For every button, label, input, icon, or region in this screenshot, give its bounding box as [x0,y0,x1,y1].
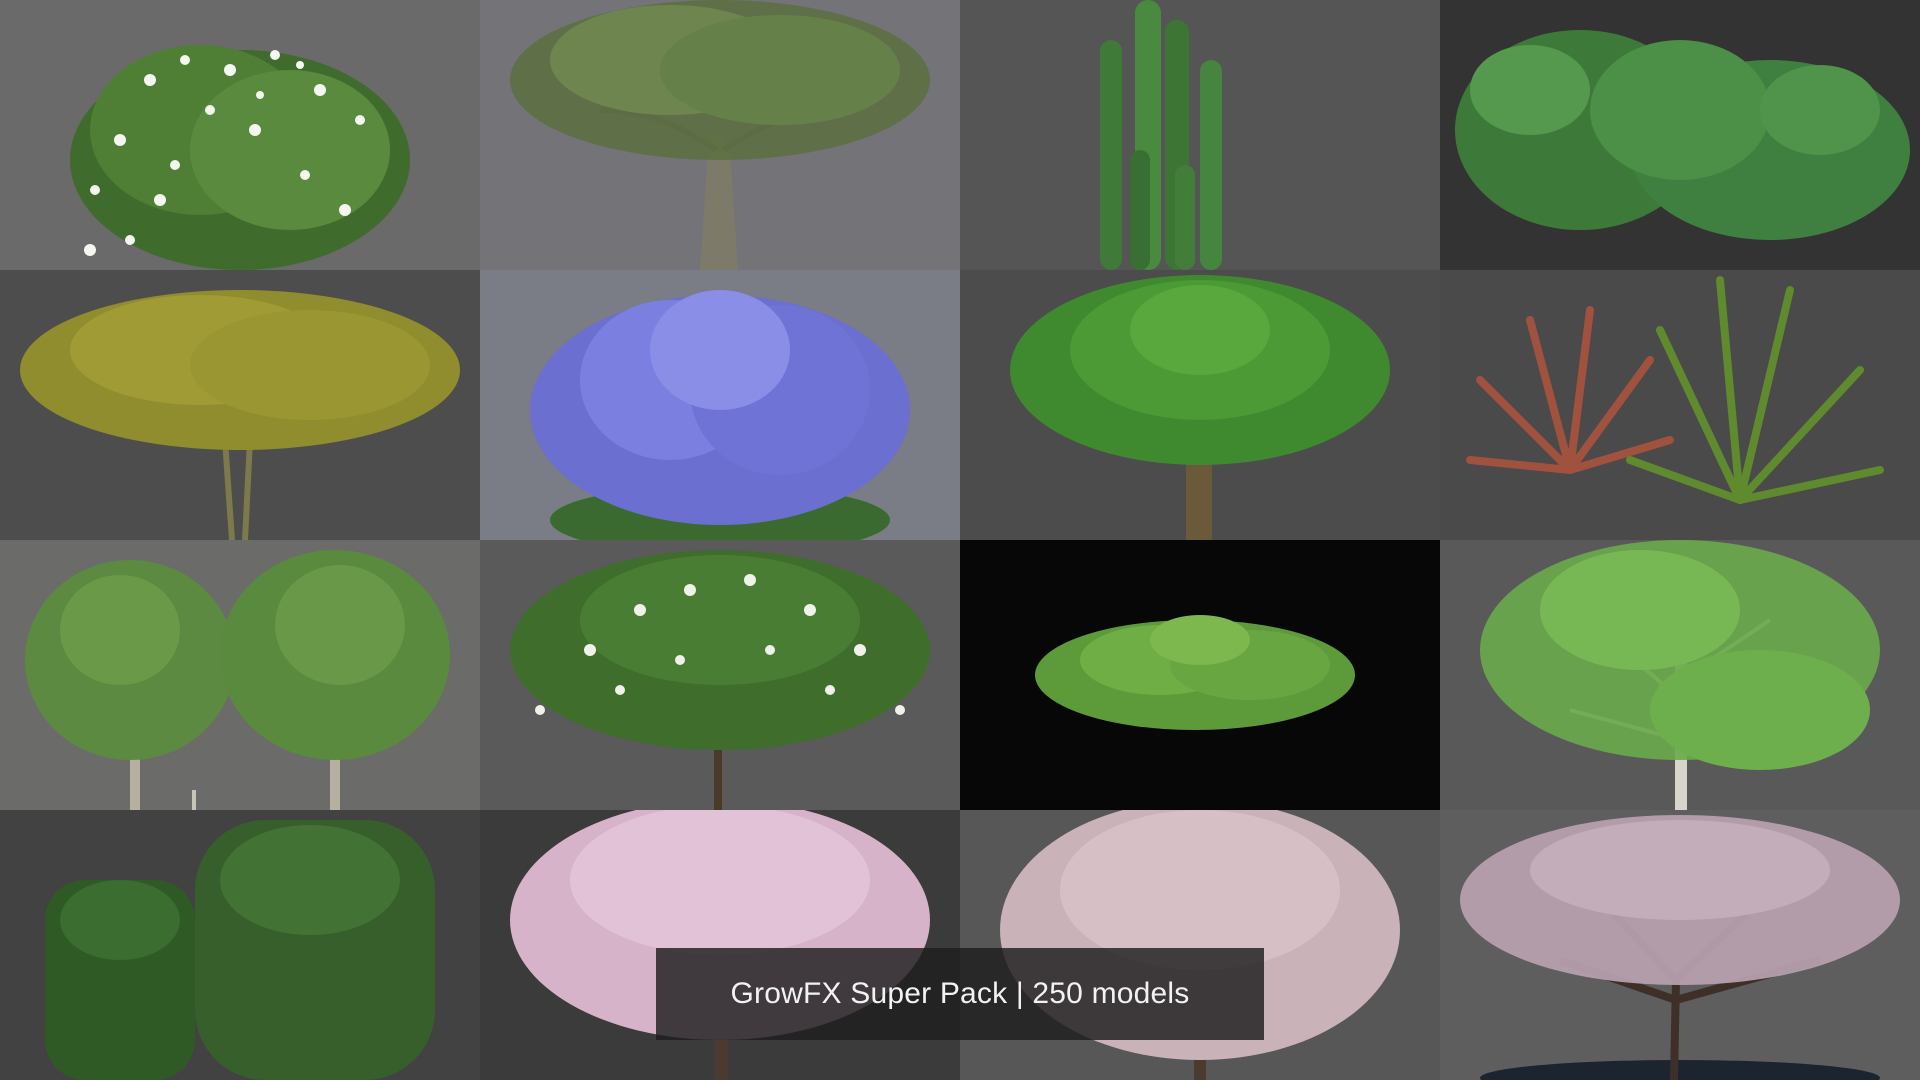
tile-ground-cover-plant [960,540,1440,810]
tile-flowering-dogwood [480,540,960,810]
tile-columnar-cactus [960,0,1440,270]
columnar-cactus-image [1100,0,1222,270]
tile-lavender-bush [480,270,960,540]
tile-weeping-cherry-mauve [1440,810,1920,1080]
clipped-shrubs-image [45,820,435,1080]
caption-text: GrowFX Super Pack | 250 models [730,977,1190,1010]
tile-cordyline-plants [1440,270,1920,540]
tile-dense-green-shrub [1440,0,1920,270]
ground-cover-plant-image [1035,615,1355,730]
yellow-green-tree-image [20,290,460,540]
lavender-bush-image [530,290,910,540]
twin-young-trees-image [25,550,450,810]
palm-tree-image [1010,275,1390,540]
flowering-shrub-white-image [70,45,410,270]
tile-yellow-green-tree [0,270,480,540]
tile-birch-tree [1440,540,1920,810]
caption-banner: GrowFX Super Pack | 250 models [656,948,1264,1040]
tile-clipped-shrubs [0,810,480,1080]
birch-tree-image [1480,540,1880,810]
tile-flowering-shrub-white [0,0,480,270]
olive-tree-image [510,0,930,270]
plant-gallery-grid [0,0,1920,1080]
tile-olive-tree [480,0,960,270]
weeping-cherry-mauve-image [1460,815,1900,1080]
cordyline-plants-image [1466,276,1884,504]
dense-green-shrub-image [1455,30,1910,240]
flowering-dogwood-image [510,550,930,810]
tile-twin-young-trees [0,540,480,810]
tile-palm-tree [960,270,1440,540]
